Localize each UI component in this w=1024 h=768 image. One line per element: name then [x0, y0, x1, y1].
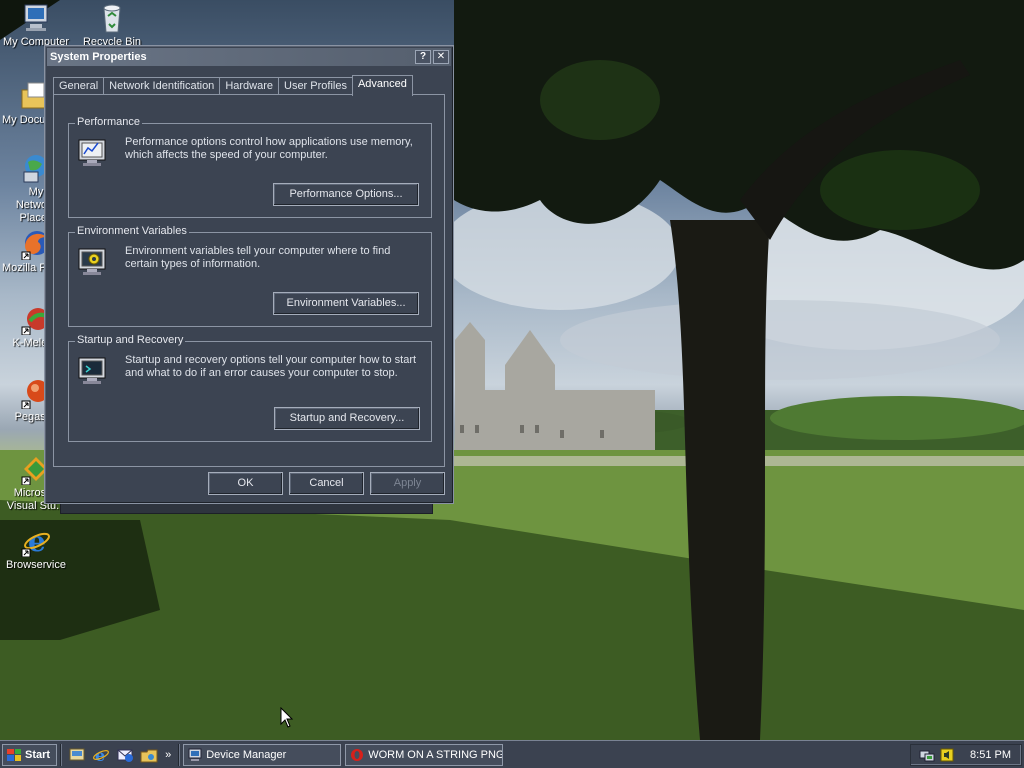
explorer-icon[interactable]	[139, 745, 159, 765]
task-worm-png[interactable]: WORM ON A STRING PNG...	[345, 743, 504, 766]
dialog-titlebar[interactable]: System Properties ? ✕	[47, 48, 451, 66]
close-button[interactable]: ✕	[433, 50, 449, 64]
ok-button[interactable]: OK	[208, 472, 283, 495]
startup-recovery-button[interactable]: Startup and Recovery...	[274, 407, 420, 430]
internet-explorer-quicklaunch-icon[interactable]: e	[91, 745, 111, 765]
startup-recovery-icon	[77, 354, 109, 386]
internet-explorer-icon: e	[20, 525, 52, 558]
advanced-tab-panel: Performance Performance options control …	[53, 94, 445, 467]
taskbar-separator	[178, 743, 181, 766]
clock[interactable]: 8:51 PM	[970, 749, 1011, 761]
tab-network-identification[interactable]: Network Identification	[103, 77, 221, 95]
opera-icon	[350, 748, 364, 762]
help-button[interactable]: ?	[415, 50, 431, 64]
start-label: Start	[25, 748, 51, 761]
task-device-manager[interactable]: Device Manager	[183, 743, 342, 766]
apply-button[interactable]: Apply	[370, 472, 445, 495]
quicklaunch-more[interactable]: »	[165, 749, 171, 761]
show-desktop-icon[interactable]	[67, 745, 87, 765]
system-tray: 8:51 PM	[910, 744, 1022, 766]
task-label: WORM ON A STRING PNG...	[368, 748, 504, 761]
computer-icon	[188, 748, 202, 762]
desktop-icon-label: Browservice	[6, 559, 66, 571]
svg-text:e: e	[95, 746, 105, 765]
environment-variables-group: Environment Variables Environment variab…	[68, 225, 432, 327]
desktop-icon-my-computer[interactable]: My Computer	[0, 2, 72, 49]
recycle-bin-icon	[96, 2, 128, 34]
outlook-express-icon[interactable]	[115, 745, 135, 765]
tab-advanced[interactable]: Advanced	[351, 75, 413, 96]
group-description: Environment variables tell your computer…	[125, 245, 391, 270]
performance-group: Performance Performance options control …	[68, 116, 432, 218]
windows-logo-icon	[7, 748, 21, 761]
volume-tray-icon[interactable]	[939, 747, 955, 763]
performance-icon	[77, 136, 109, 168]
desktop-icon-browservice[interactable]: e Browservice	[0, 525, 72, 572]
my-computer-icon	[20, 2, 52, 34]
environment-variables-button[interactable]: Environment Variables...	[273, 292, 419, 315]
startup-recovery-group: Startup and Recovery Startup and recover…	[68, 334, 432, 442]
group-title: Environment Variables	[75, 225, 189, 237]
cancel-button[interactable]: Cancel	[289, 472, 364, 495]
group-description: Performance options control how applicat…	[125, 136, 413, 161]
system-properties-dialog: System Properties ? ✕ General Network Id…	[44, 45, 454, 504]
start-button[interactable]: Start	[2, 743, 58, 766]
network-tray-icon[interactable]	[919, 747, 935, 763]
tab-user-profiles[interactable]: User Profiles	[278, 77, 353, 95]
desktop-icon-recycle-bin[interactable]: Recycle Bin	[76, 2, 148, 49]
group-title: Startup and Recovery	[75, 334, 186, 346]
tab-hardware[interactable]: Hardware	[219, 77, 279, 95]
taskbar: Start e » Device Manager WORM ON A STRIN…	[0, 740, 1024, 768]
group-title: Performance	[75, 116, 142, 128]
tab-strip: General Network Identification Hardware …	[53, 75, 413, 96]
dialog-title: System Properties	[50, 51, 147, 63]
mouse-cursor-icon	[280, 707, 294, 728]
environment-variables-icon	[77, 245, 109, 277]
task-label: Device Manager	[206, 748, 287, 761]
tab-general[interactable]: General	[53, 77, 105, 95]
group-description: Startup and recovery options tell your c…	[125, 354, 417, 379]
taskbar-separator	[60, 743, 63, 766]
svg-text:e: e	[28, 525, 46, 557]
performance-options-button[interactable]: Performance Options...	[273, 183, 419, 206]
